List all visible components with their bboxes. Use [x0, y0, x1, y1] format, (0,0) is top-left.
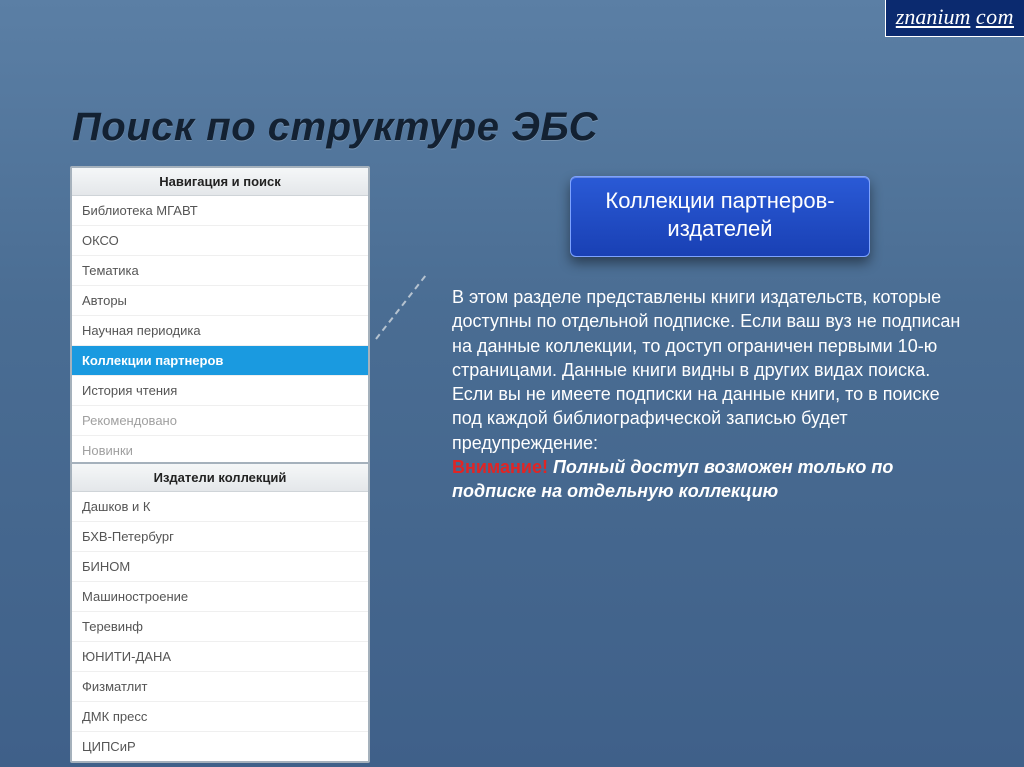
- nav-item[interactable]: Тематика: [72, 256, 368, 286]
- callout-line1: Коллекции партнеров-: [605, 188, 834, 213]
- publishers-panel: Издатели коллекций Дашков и К БХВ-Петерб…: [70, 462, 370, 763]
- nav-item-active[interactable]: Коллекции партнеров: [72, 346, 368, 376]
- publisher-item[interactable]: ЦИПСиР: [72, 732, 368, 761]
- nav-item[interactable]: Рекомендовано: [72, 406, 368, 436]
- description-body: В этом разделе представлены книги издате…: [452, 287, 960, 453]
- page-title: Поиск по структуре ЭБС: [72, 105, 598, 150]
- publisher-item[interactable]: Дашков и К: [72, 492, 368, 522]
- publisher-item[interactable]: БИНОМ: [72, 552, 368, 582]
- logo-word2: com: [976, 4, 1014, 29]
- publisher-item[interactable]: Машиностроение: [72, 582, 368, 612]
- nav-item[interactable]: ОКСО: [72, 226, 368, 256]
- publisher-item[interactable]: Физматлит: [72, 672, 368, 702]
- nav-item[interactable]: История чтения: [72, 376, 368, 406]
- nav-item[interactable]: Научная периодика: [72, 316, 368, 346]
- nav-panel-header: Навигация и поиск: [72, 168, 368, 196]
- callout-box: Коллекции партнеров- издателей: [570, 176, 870, 257]
- nav-item[interactable]: Авторы: [72, 286, 368, 316]
- logo-word1: znanium: [896, 4, 971, 29]
- publishers-panel-header: Издатели коллекций: [72, 464, 368, 492]
- publisher-item[interactable]: ЮНИТИ-ДАНА: [72, 642, 368, 672]
- publisher-item[interactable]: ДМК пресс: [72, 702, 368, 732]
- description-block: В этом разделе представлены книги издате…: [452, 285, 972, 504]
- callout-line2: издателей: [667, 216, 772, 241]
- connector-line: [375, 275, 426, 339]
- warning-label: Внимание!: [452, 457, 548, 477]
- publisher-item[interactable]: БХВ-Петербург: [72, 522, 368, 552]
- nav-item[interactable]: Новинки: [72, 436, 368, 465]
- publisher-item[interactable]: Теревинф: [72, 612, 368, 642]
- brand-logo: znanium com: [885, 0, 1024, 37]
- nav-item[interactable]: Библиотека МГАВТ: [72, 196, 368, 226]
- navigation-panel: Навигация и поиск Библиотека МГАВТ ОКСО …: [70, 166, 370, 467]
